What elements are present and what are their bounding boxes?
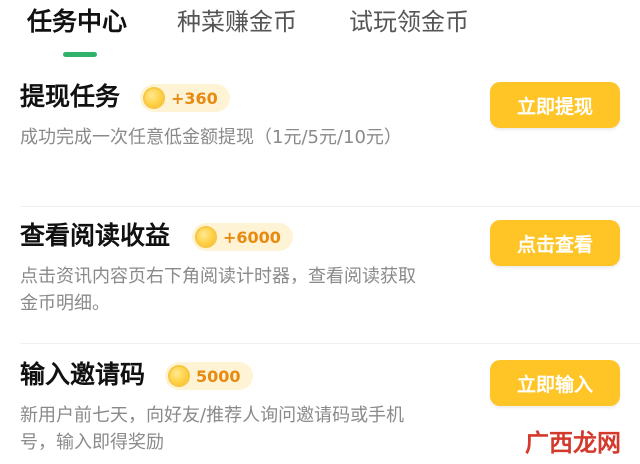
- task-title: 输入邀请码: [20, 360, 146, 389]
- coin-icon: [168, 365, 190, 387]
- task-description: 点击资讯内容页右下角阅读计时器，查看阅读获取金币明细。: [20, 266, 416, 314]
- divider: [20, 206, 640, 207]
- task-title: 提现任务: [20, 82, 121, 111]
- tab-task-center[interactable]: 任务中心: [27, 6, 127, 38]
- reward-amount: +360: [171, 88, 218, 108]
- task-item-reading-income: 查看阅读收益 +6000 点击资讯内容页右下角阅读计时器，查看阅读获取金币明细。…: [0, 219, 640, 329]
- task-title: 查看阅读收益: [20, 221, 171, 250]
- active-tab-indicator: [63, 52, 97, 57]
- tab-grow-vegetables[interactable]: 种菜赚金币: [177, 6, 297, 38]
- tab-bar: 任务中心 种菜赚金币 试玩领金币: [0, 0, 640, 62]
- task-item-withdraw: 提现任务 +360 成功完成一次任意低金额提现（1元/5元/10元） 立即提现: [0, 80, 640, 190]
- task-description: 成功完成一次任意低金额提现（1元/5元/10元）: [20, 127, 402, 148]
- task-description: 新用户前七天，向好友/推荐人询问邀请码或手机号，输入即得奖励: [20, 405, 405, 453]
- tab-trial-play[interactable]: 试玩领金币: [349, 6, 469, 38]
- reward-badge: +360: [140, 84, 230, 112]
- input-button[interactable]: 立即输入: [490, 360, 620, 406]
- watermark-logo: 广西龙网: [506, 420, 640, 460]
- coin-icon: [143, 87, 165, 109]
- reward-badge: 5000: [165, 362, 253, 390]
- divider: [20, 343, 640, 344]
- reward-badge: +6000: [192, 223, 293, 251]
- reward-amount: 5000: [196, 366, 241, 386]
- withdraw-button[interactable]: 立即提现: [490, 82, 620, 128]
- coin-icon: [195, 226, 217, 248]
- reward-amount: +6000: [223, 227, 281, 247]
- view-button[interactable]: 点击查看: [490, 220, 620, 266]
